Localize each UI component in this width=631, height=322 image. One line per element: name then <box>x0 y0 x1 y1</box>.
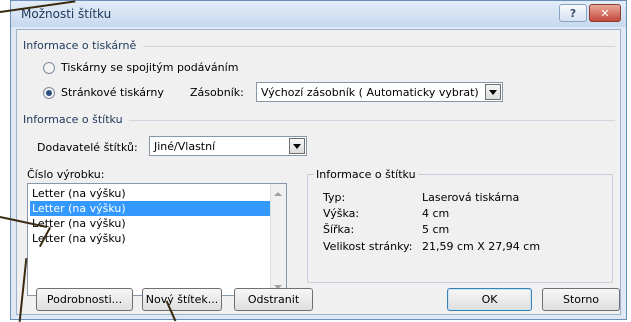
detail-key-height: Výška: <box>323 207 360 220</box>
product-number-label: Číslo výrobku: <box>27 168 105 181</box>
help-icon: ? <box>569 6 577 20</box>
dialog-title: Možnosti štítku <box>21 7 112 21</box>
chevron-down-icon[interactable] <box>485 84 501 100</box>
detail-value-height: 4 cm <box>422 207 450 220</box>
detail-key-page-size: Velikost stránky: <box>323 240 413 253</box>
ok-button-label: OK <box>481 293 498 306</box>
close-icon: ✕ <box>600 6 610 20</box>
label-info-title: Informace o štítku <box>23 113 123 126</box>
vendors-value: Jiné/Vlastní <box>154 140 216 153</box>
delete-button-label: Odstranit <box>247 293 300 306</box>
radio-selected-dot <box>46 90 52 96</box>
tray-value: Výchozí zásobník ( Automaticky vybrat) <box>261 86 479 99</box>
tray-select[interactable]: Výchozí zásobník ( Automaticky vybrat) <box>256 82 503 102</box>
chevron-down-icon[interactable] <box>289 138 305 154</box>
dialog-content: Informace o tiskárně Tiskárny se spojitý… <box>16 29 621 315</box>
cancel-button-label: Storno <box>562 293 600 306</box>
scroll-up-icon[interactable] <box>274 192 282 196</box>
detail-value-page-size: 21,59 cm X 27,94 cm <box>422 240 541 253</box>
list-item[interactable]: Letter (na výšku) <box>30 186 272 201</box>
detail-value-type: Laserová tiskárna <box>422 191 520 204</box>
details-button[interactable]: Podrobnosti... <box>36 288 133 311</box>
close-button[interactable]: ✕ <box>589 4 621 22</box>
list-item[interactable]: Letter (na výšku) <box>30 216 272 231</box>
vendors-label: Dodavatelé štítků: <box>37 141 138 154</box>
section-divider <box>129 120 615 121</box>
detail-key-type: Typ: <box>323 191 346 204</box>
label-options-dialog: Možnosti štítku ? ✕ Informace o tiskárně… <box>10 0 627 320</box>
printer-info-title: Informace o tiskárně <box>23 39 137 52</box>
page-printer-radio[interactable] <box>43 87 55 99</box>
title-bar[interactable]: Možnosti štítku ? ✕ <box>11 1 626 27</box>
continuous-feed-radio[interactable] <box>43 62 55 74</box>
details-button-label: Podrobnosti... <box>46 293 123 306</box>
help-button[interactable]: ? <box>559 4 587 22</box>
new-label-button-label: Nový štítek... <box>145 293 219 306</box>
detail-key-width: Šířka: <box>323 223 355 236</box>
detail-value-width: 5 cm <box>422 223 450 236</box>
tray-label: Zásobník: <box>190 86 244 99</box>
list-item-selected[interactable]: Letter (na výšku) <box>30 201 272 216</box>
product-number-list[interactable]: Letter (na výšku) Letter (na výšku) Lett… <box>27 183 287 296</box>
continuous-feed-label[interactable]: Tiskárny se spojitým podáváním <box>61 61 238 74</box>
ok-button[interactable]: OK <box>447 288 532 311</box>
page-printer-label[interactable]: Stránkové tiskárny <box>61 86 164 99</box>
list-scrollbar[interactable] <box>270 184 286 295</box>
section-divider <box>143 46 615 47</box>
cancel-button[interactable]: Storno <box>542 288 620 311</box>
new-label-button[interactable]: Nový štítek... <box>142 288 222 311</box>
label-details-title: Informace o štítku <box>314 168 418 181</box>
vendors-select[interactable]: Jiné/Vlastní <box>149 136 307 156</box>
delete-button[interactable]: Odstranit <box>234 288 313 311</box>
list-item[interactable]: Letter (na výšku) <box>30 231 272 246</box>
